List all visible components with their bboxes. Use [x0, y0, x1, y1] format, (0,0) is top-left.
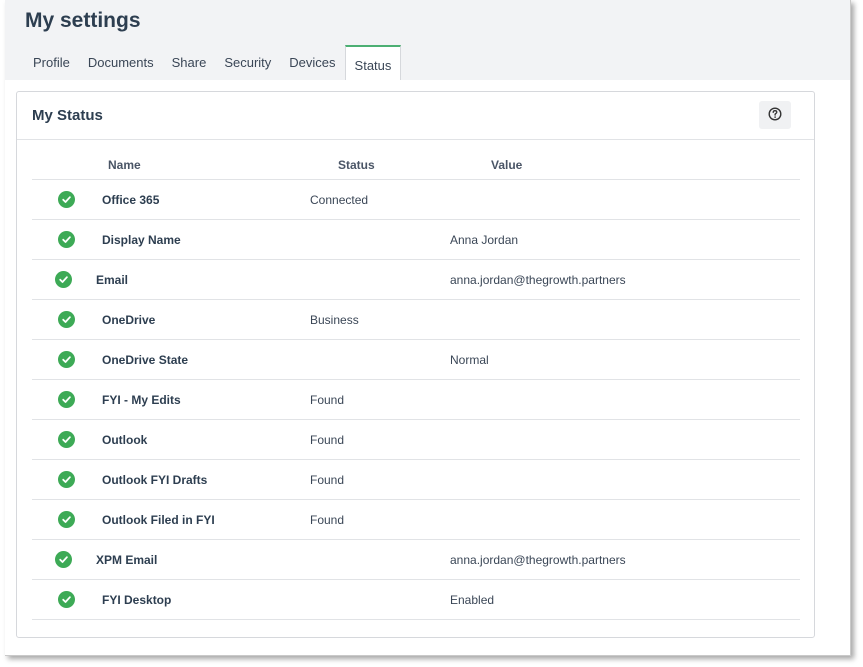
check-circle-icon	[58, 351, 75, 368]
column-header-status: Status	[338, 151, 491, 180]
panel-header: My Status	[17, 92, 814, 140]
table-row: FYI Desktop Enabled	[32, 579, 800, 620]
row-name: Outlook	[102, 433, 148, 447]
tab-documents[interactable]: Documents	[79, 45, 163, 80]
check-circle-icon	[55, 271, 72, 288]
table-row: Outlook Filed in FYI Found	[32, 499, 800, 540]
table-row: Office 365 Connected	[32, 179, 800, 220]
check-circle-icon	[58, 591, 75, 608]
tab-security[interactable]: Security	[215, 45, 280, 80]
row-name: FYI - My Edits	[102, 393, 181, 407]
status-table: Name Status Value Office 365 Connected Dis…	[32, 151, 800, 620]
page-title: My settings	[25, 9, 141, 32]
tab-status[interactable]: Status	[344, 45, 402, 81]
row-status: Found	[310, 513, 345, 527]
check-circle-icon	[58, 431, 75, 448]
column-header-name: Name	[108, 151, 338, 180]
check-circle-icon	[58, 191, 75, 208]
row-status: Found	[310, 433, 345, 447]
row-value: Normal	[450, 353, 489, 367]
row-name: Office 365	[102, 193, 160, 207]
row-value: anna.jordan@thegrowth.partners	[450, 553, 626, 567]
table-row: XPM Email anna.jordan@thegrowth.partners	[32, 539, 800, 580]
table-row: Outlook Found	[32, 419, 800, 460]
row-status: Found	[310, 473, 345, 487]
check-circle-icon	[58, 231, 75, 248]
table-row: FYI - My Edits Found	[32, 379, 800, 420]
check-circle-icon	[58, 391, 75, 408]
tab-bar: Profile Documents Share Security Devices…	[24, 45, 402, 81]
row-name: Display Name	[102, 233, 181, 247]
table-row: Email anna.jordan@thegrowth.partners	[32, 259, 800, 300]
tab-share[interactable]: Share	[163, 45, 216, 80]
table-row: Display Name Anna Jordan	[32, 219, 800, 260]
check-circle-icon	[55, 551, 72, 568]
tab-profile[interactable]: Profile	[24, 45, 79, 80]
row-name: XPM Email	[96, 553, 158, 567]
table-row: OneDrive Business	[32, 299, 800, 340]
question-circle-icon	[768, 106, 782, 124]
check-circle-icon	[58, 511, 75, 528]
row-name: Outlook FYI Drafts	[102, 473, 208, 487]
settings-window: My settings Profile Documents Share Secu…	[5, 0, 851, 656]
row-name: OneDrive	[102, 313, 156, 327]
table-row: OneDrive State Normal	[32, 339, 800, 380]
tab-devices[interactable]: Devices	[280, 45, 344, 80]
content-area: My Status Name Status Value Office 365 C…	[5, 80, 850, 655]
row-status: Business	[310, 313, 359, 327]
column-header-value: Value	[491, 151, 800, 180]
check-circle-icon	[58, 471, 75, 488]
row-value: Anna Jordan	[450, 233, 519, 247]
row-value: Enabled	[450, 593, 495, 607]
panel-title: My Status	[32, 107, 103, 124]
status-panel: My Status Name Status Value Office 365 C…	[16, 91, 815, 638]
help-button[interactable]	[759, 101, 791, 129]
row-name: OneDrive State	[102, 353, 189, 367]
row-value: anna.jordan@thegrowth.partners	[450, 273, 626, 287]
row-status: Connected	[310, 193, 369, 207]
row-status: Found	[310, 393, 345, 407]
table-header-row: Name Status Value	[32, 151, 800, 180]
row-name: FYI Desktop	[102, 593, 172, 607]
table-row: Outlook FYI Drafts Found	[32, 459, 800, 500]
row-name: Email	[96, 273, 129, 287]
check-circle-icon	[58, 311, 75, 328]
row-name: Outlook Filed in FYI	[102, 513, 215, 527]
